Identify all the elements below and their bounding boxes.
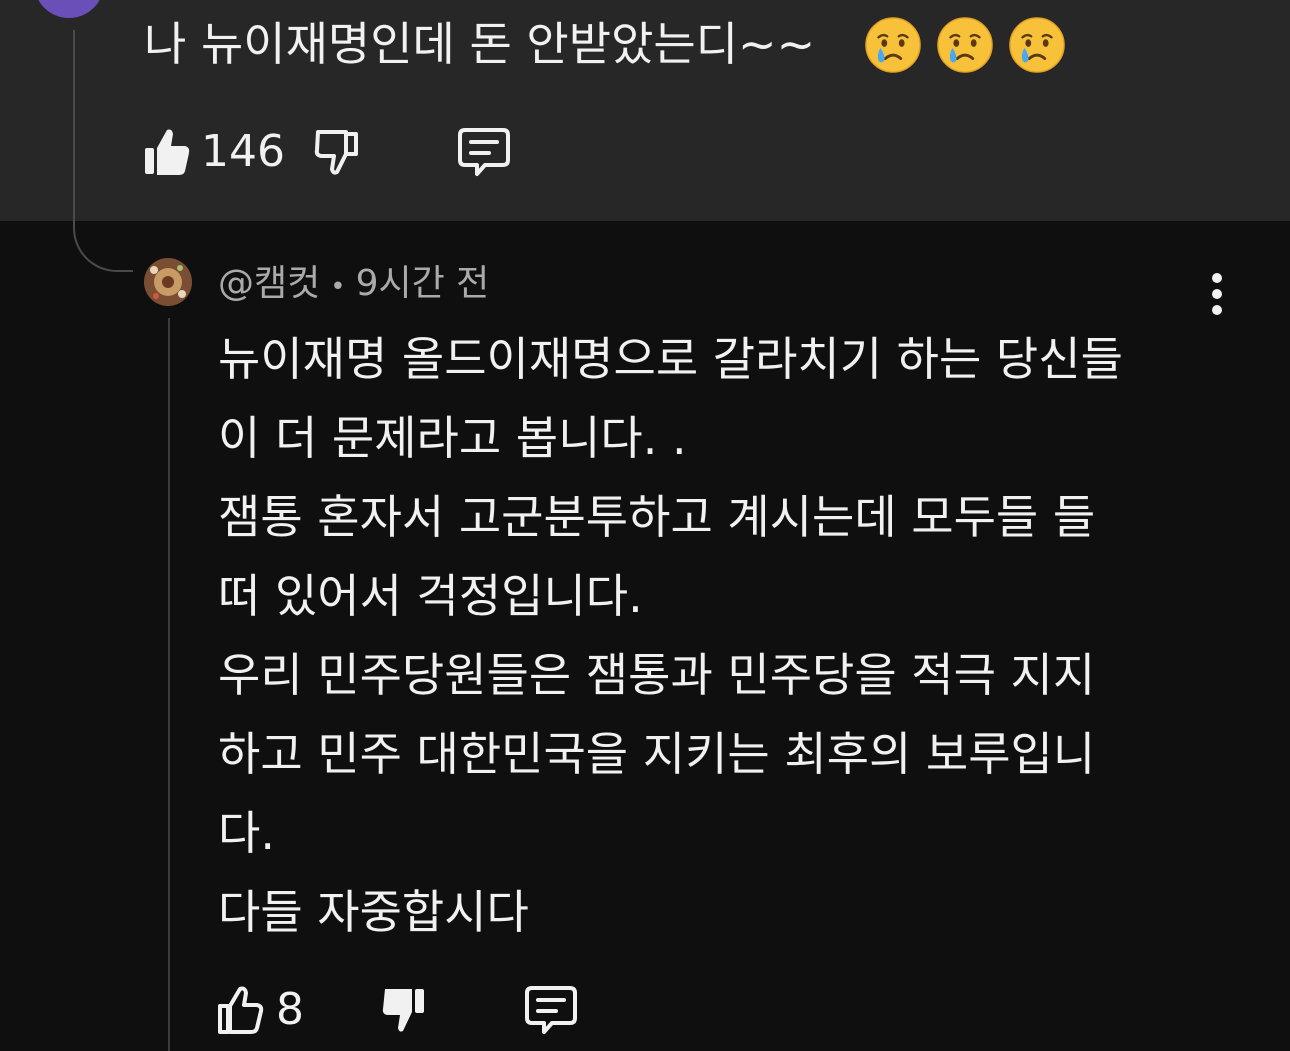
parent-comment: 나 뉴이재명인데 돈 안받았는디~~ 146 — [0, 0, 1290, 221]
comment-text-line: 잼통 혼자서 고군분투하고 계시는데 모두들 들 — [218, 490, 1096, 544]
like-icon[interactable] — [216, 984, 264, 1036]
timestamp[interactable]: 9시간 전 — [356, 263, 490, 304]
comment-text-line: 다들 자중합시다 — [218, 885, 529, 939]
crying-face-icon — [1009, 17, 1065, 73]
reply-thread-line — [168, 318, 170, 1051]
thread-connector — [73, 30, 75, 220]
avatar[interactable] — [144, 258, 192, 306]
crying-face-icon — [937, 17, 993, 73]
comment-text-line: 다. — [218, 806, 275, 860]
comment-text: 나 뉴이재명인데 돈 안받았는디~~ — [144, 17, 816, 71]
thread-connector-curve — [73, 210, 133, 272]
comment-text-line: 뉴이재명 올드이재명으로 갈라치기 하는 당신들 — [218, 332, 1123, 386]
comment-text-line: 이 더 문제라고 봅니다. . — [218, 411, 687, 465]
avatar[interactable] — [34, 0, 104, 18]
avatar-image — [144, 258, 192, 306]
comment-text-line: 우리 민주당원들은 잼통과 민주당을 적극 지지 — [218, 648, 1096, 702]
like-filled-icon[interactable] — [143, 126, 191, 178]
comment-meta: @캠컷 • 9시간 전 — [218, 262, 489, 309]
comment-actions: 146 — [143, 124, 511, 180]
more-options-icon[interactable] — [1204, 272, 1230, 316]
comment-thread: 나 뉴이재명인데 돈 안받았는디~~ 146 @캠컷 • 9시간 전 뉴이재명 … — [0, 0, 1290, 1051]
like-count: 8 — [276, 984, 304, 1035]
dislike-filled-icon[interactable] — [380, 984, 428, 1036]
comment-text: 뉴이재명 올드이재명으로 갈라치기 하는 당신들 이 더 문제라고 봅니다. .… — [218, 320, 1238, 952]
dislike-icon[interactable] — [313, 126, 361, 178]
crying-face-icon — [865, 17, 921, 73]
meta-separator: • — [330, 272, 346, 302]
comment-text-line: 떠 있어서 걱정입니다. — [218, 569, 643, 623]
author-handle[interactable]: @캠컷 — [218, 263, 320, 304]
like-count: 146 — [201, 126, 285, 177]
emoji-group — [864, 16, 1066, 74]
comment-text-line: 하고 민주 대한민국을 지키는 최후의 보루입니 — [218, 727, 1096, 781]
reply-comment-icon[interactable] — [457, 126, 511, 178]
comment-actions: 8 — [216, 982, 578, 1038]
reply-comment-icon[interactable] — [524, 984, 578, 1036]
